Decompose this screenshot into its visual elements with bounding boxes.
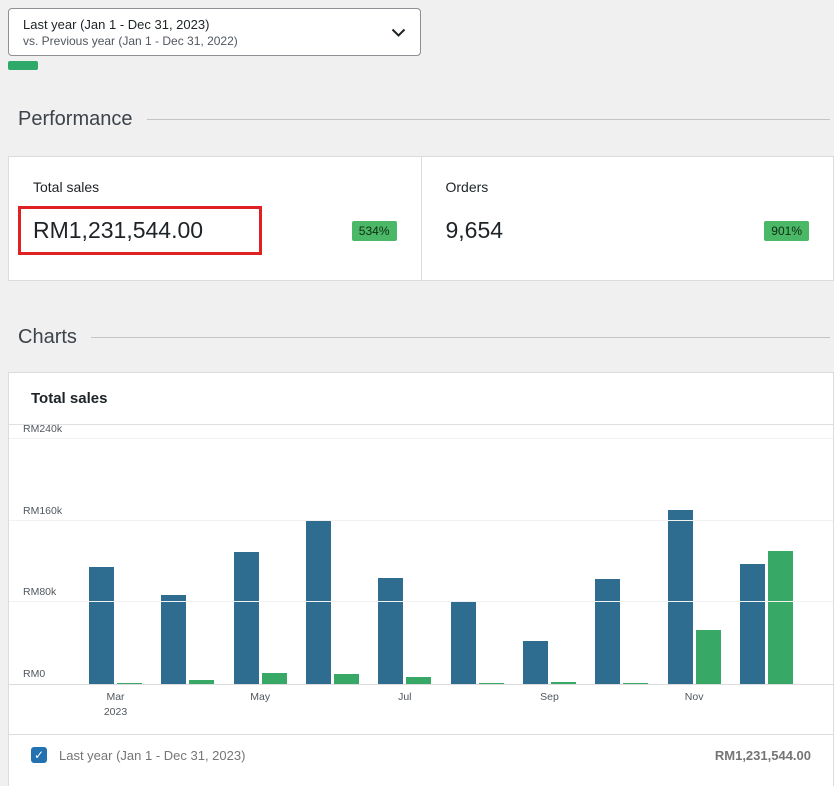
- bar-last-year-sep-2023[interactable]: [523, 641, 548, 684]
- performance-title: Performance: [18, 108, 133, 131]
- gridline: [9, 438, 833, 439]
- bar-last-year-oct-2023[interactable]: [595, 579, 620, 684]
- y-axis-label: RM80k: [23, 586, 56, 598]
- charts-title: Charts: [18, 326, 77, 349]
- section-divider: [147, 119, 831, 120]
- total-sales-change-badge: 534%: [352, 221, 397, 241]
- charts-section-header: Charts: [18, 326, 830, 349]
- small-green-indicator: [8, 61, 38, 70]
- legend-checkbox[interactable]: ✓: [31, 747, 47, 763]
- chevron-down-icon: [391, 28, 406, 37]
- bar-previous-year-mar-2023[interactable]: [117, 683, 142, 684]
- performance-cards: Total sales RM1,231,544.00 534% Orders 9…: [8, 156, 834, 281]
- orders-value: 9,654: [446, 217, 504, 244]
- total-sales-card[interactable]: Total sales RM1,231,544.00 534%: [9, 157, 421, 280]
- bar-group: [451, 430, 504, 684]
- bar-previous-year-oct-2023[interactable]: [623, 683, 648, 684]
- bar-group: [161, 430, 214, 684]
- bar-group: Nov: [668, 430, 721, 684]
- bar-group: Sep: [523, 430, 576, 684]
- bar-previous-year-aug-2023[interactable]: [479, 683, 504, 684]
- legend-total: RM1,231,544.00: [715, 748, 811, 763]
- bar-group: Jul: [378, 430, 431, 684]
- performance-section-header: Performance: [18, 108, 830, 131]
- bar-group: [306, 430, 359, 684]
- orders-change-badge: 901%: [764, 221, 809, 241]
- bar-previous-year-dec-2023[interactable]: [768, 551, 793, 684]
- bar-group: [740, 430, 793, 684]
- x-axis-label: May: [250, 690, 270, 705]
- check-icon: ✓: [34, 749, 44, 761]
- legend-label: Last year (Jan 1 - Dec 31, 2023): [59, 748, 245, 763]
- bar-last-year-mar-2023[interactable]: [89, 567, 114, 684]
- y-axis-label: RM0: [23, 668, 45, 680]
- bar-previous-year-nov-2023[interactable]: [696, 630, 721, 684]
- x-axis-label: Mar2023: [104, 690, 127, 720]
- gridline: [9, 601, 833, 602]
- x-axis-label: Jul: [398, 690, 411, 705]
- bar-previous-year-sep-2023[interactable]: [551, 682, 576, 684]
- bar-group: Mar2023: [89, 430, 142, 684]
- bar-group: [595, 430, 648, 684]
- bar-last-year-jul-2023[interactable]: [378, 578, 403, 684]
- legend-item-last-year[interactable]: ✓ Last year (Jan 1 - Dec 31, 2023): [31, 747, 245, 763]
- total-sales-label: Total sales: [33, 179, 397, 195]
- section-divider: [91, 337, 830, 338]
- bar-previous-year-may-2023[interactable]: [262, 673, 287, 684]
- y-axis-label: RM160k: [23, 505, 62, 517]
- total-sales-chart-card: Total sales Mar2023 May Jul Sep Nov RM0 RM80k…: [8, 372, 834, 786]
- bar-last-year-aug-2023[interactable]: [451, 602, 476, 684]
- bar-last-year-apr-2023[interactable]: [161, 595, 186, 684]
- gridline: [9, 520, 833, 521]
- orders-label: Orders: [446, 179, 810, 195]
- bar-group: May: [234, 430, 287, 684]
- date-range-text: Last year (Jan 1 - Dec 31, 2023) vs. Pre…: [23, 17, 238, 48]
- date-range-selector[interactable]: Last year (Jan 1 - Dec 31, 2023) vs. Pre…: [8, 8, 421, 56]
- bar-previous-year-jun-2023[interactable]: [334, 674, 359, 684]
- bar-groups: Mar2023 May Jul Sep Nov: [89, 430, 793, 684]
- x-axis-label: Sep: [540, 690, 559, 705]
- date-range-primary: Last year (Jan 1 - Dec 31, 2023): [23, 17, 238, 32]
- bar-last-year-jun-2023[interactable]: [306, 521, 331, 684]
- date-range-compare: vs. Previous year (Jan 1 - Dec 31, 2022): [23, 34, 238, 48]
- plot-area: Mar2023MayJulSepNov RM0RM80kRM160kRM240k: [9, 430, 833, 685]
- chart-title: Total sales: [9, 373, 833, 425]
- chart-legend: ✓ Last year (Jan 1 - Dec 31, 2023) RM1,2…: [9, 734, 833, 775]
- orders-card[interactable]: Orders 9,654 901%: [421, 157, 834, 280]
- bar-previous-year-apr-2023[interactable]: [189, 680, 214, 684]
- bar-last-year-may-2023[interactable]: [234, 552, 259, 684]
- bar-last-year-dec-2023[interactable]: [740, 564, 765, 684]
- bar-last-year-nov-2023[interactable]: [668, 510, 693, 684]
- x-axis-label: Nov: [685, 690, 704, 705]
- y-axis-label: RM240k: [23, 423, 62, 435]
- total-sales-value: RM1,231,544.00: [33, 217, 203, 244]
- bar-previous-year-jul-2023[interactable]: [406, 677, 431, 684]
